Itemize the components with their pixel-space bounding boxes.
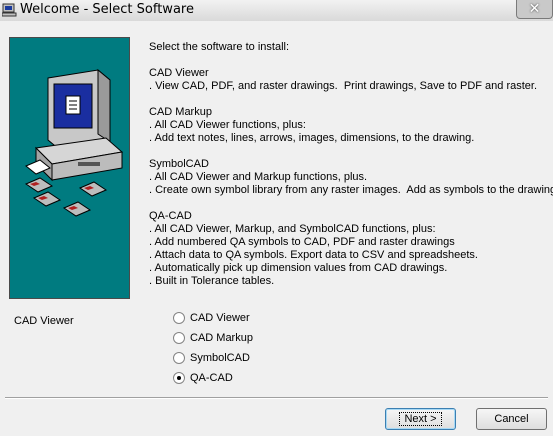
cancel-button[interactable]: Cancel (476, 408, 547, 430)
section-heading: QA-CAD (149, 210, 192, 222)
radio-button-selected[interactable] (173, 372, 185, 384)
section-line: . Automatically pick up dimension values… (149, 262, 448, 274)
section-heading: CAD Viewer (149, 67, 209, 79)
radio-option-cad-markup[interactable]: CAD Markup (173, 330, 253, 346)
radio-option-symbolcad[interactable]: SymbolCAD (173, 350, 250, 366)
radio-button[interactable] (173, 332, 185, 344)
section-line: . Create own symbol library from any ras… (149, 184, 553, 196)
title-bar[interactable]: Welcome - Select Software ✕ (0, 0, 553, 21)
installer-icon (2, 3, 17, 17)
next-button-label: Next > (399, 412, 442, 426)
section-line: . Add text notes, lines, arrows, images,… (149, 132, 475, 144)
section-line: . View CAD, PDF, and raster drawings. Pr… (149, 80, 538, 92)
section-line: . Built in Tolerance tables. (149, 275, 275, 287)
radio-label: QA-CAD (190, 372, 233, 384)
setup-banner-image (9, 37, 130, 299)
section-line: . All CAD Viewer and Markup functions, p… (149, 171, 368, 183)
section-line: . Attach data to QA symbols. Export data… (149, 249, 478, 261)
radio-label: CAD Markup (190, 332, 253, 344)
radio-button[interactable] (173, 312, 185, 324)
selected-product-label: CAD Viewer (14, 315, 74, 327)
section-heading: CAD Markup (149, 106, 212, 118)
section-heading: SymbolCAD (149, 158, 209, 170)
radio-button[interactable] (173, 352, 185, 364)
button-separator (5, 397, 548, 399)
radio-label: SymbolCAD (190, 352, 250, 364)
software-description: Select the software to install: CAD View… (149, 41, 553, 288)
window-title: Welcome - Select Software (20, 2, 194, 17)
radio-option-qa-cad[interactable]: QA-CAD (173, 370, 233, 386)
computer-illustration-icon (24, 68, 124, 217)
next-button[interactable]: Next > (385, 408, 456, 430)
radio-option-cad-viewer[interactable]: CAD Viewer (173, 310, 250, 326)
intro-text: Select the software to install: (149, 41, 290, 53)
radio-label: CAD Viewer (190, 312, 250, 324)
section-line: . All CAD Viewer, Markup, and SymbolCAD … (149, 223, 436, 235)
cancel-button-label: Cancel (494, 413, 529, 425)
close-icon: ✕ (528, 1, 541, 17)
section-line: . Add numbered QA symbols to CAD, PDF an… (149, 236, 455, 248)
close-button[interactable]: ✕ (516, 0, 553, 19)
section-line: . All CAD Viewer functions, plus: (149, 119, 306, 131)
